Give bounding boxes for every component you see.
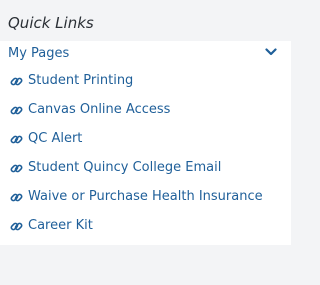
links-panel: My Pages Student Printing Canvas Online … <box>0 41 291 245</box>
list-item-student-printing[interactable]: Student Printing <box>0 67 291 96</box>
list-item-qc-alert[interactable]: QC Alert <box>0 125 291 154</box>
chevron-down-icon[interactable] <box>265 48 277 56</box>
link-label[interactable]: QC Alert <box>28 130 82 147</box>
link-list: Student Printing Canvas Online Access QC… <box>0 67 291 241</box>
link-label[interactable]: Waive or Purchase Health Insurance <box>28 188 263 205</box>
link-label[interactable]: Student Quincy College Email <box>28 159 221 176</box>
link-icon <box>10 220 23 233</box>
link-icon <box>10 104 23 117</box>
link-label[interactable]: Canvas Online Access <box>28 101 170 118</box>
link-label[interactable]: Student Printing <box>28 72 133 89</box>
link-icon <box>10 75 23 88</box>
my-pages-header[interactable]: My Pages <box>0 41 291 67</box>
link-label[interactable]: Career Kit <box>28 217 93 234</box>
section-label: My Pages <box>8 46 70 61</box>
list-item-health-insurance[interactable]: Waive or Purchase Health Insurance <box>0 183 291 212</box>
link-icon <box>10 191 23 204</box>
list-item-canvas-online-access[interactable]: Canvas Online Access <box>0 96 291 125</box>
quick-links-widget: Quick Links My Pages Student Printing Ca… <box>0 0 300 285</box>
list-item-student-email[interactable]: Student Quincy College Email <box>0 154 291 183</box>
widget-title: Quick Links <box>8 14 94 32</box>
link-icon <box>10 133 23 146</box>
list-item-career-kit[interactable]: Career Kit <box>0 212 291 241</box>
link-icon <box>10 162 23 175</box>
